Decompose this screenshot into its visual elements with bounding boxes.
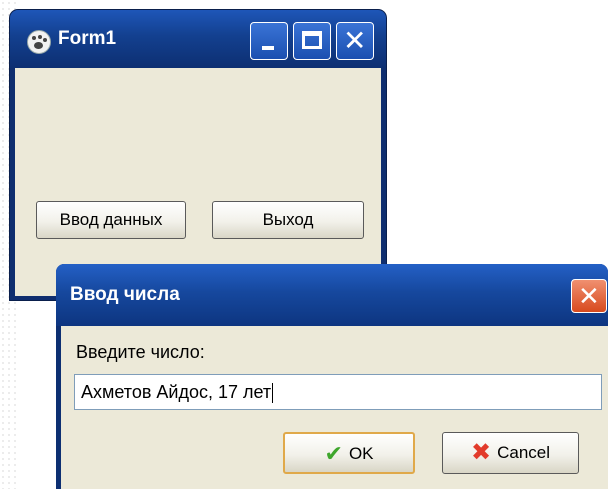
form1-title: Form1 <box>58 28 117 49</box>
checkmark-icon: ✔ <box>324 441 343 466</box>
input-data-button[interactable]: Ввод данных <box>36 201 186 239</box>
ok-label: OK <box>348 444 374 463</box>
minimize-button[interactable] <box>250 22 288 60</box>
close-button[interactable]: ✕ <box>336 22 374 60</box>
cancel-label: Cancel <box>497 443 551 462</box>
x-icon: ✖ <box>470 439 492 466</box>
paw-icon <box>27 30 51 54</box>
dialog-titlebar[interactable]: Ввод числа ✕ <box>56 264 608 326</box>
maximize-icon <box>302 31 322 49</box>
maximize-button[interactable] <box>293 22 331 60</box>
input-dialog: Ввод числа ✕ Введите число: Ахметов Айдо… <box>56 264 608 489</box>
exit-button[interactable]: Выход <box>212 201 364 239</box>
dialog-close-button[interactable]: ✕ <box>571 279 607 313</box>
close-icon: ✕ <box>578 281 600 311</box>
dialog-client-area: Введите число: Ахметов Айдос, 17 лет ✔ O… <box>61 326 608 489</box>
minimize-icon <box>262 46 274 50</box>
text-caret <box>272 383 274 404</box>
prompt-label: Введите число: <box>76 342 205 362</box>
form1-window: Form1 ✕ Ввод данных Выход <box>10 10 386 300</box>
number-input-value: Ахметов Айдос, 17 лет <box>81 382 272 402</box>
cancel-button[interactable]: ✖ Cancel <box>442 432 579 474</box>
number-input[interactable]: Ахметов Айдос, 17 лет <box>74 374 602 410</box>
form1-titlebar[interactable]: Form1 ✕ <box>10 10 386 68</box>
form1-client-area: Ввод данных Выход <box>15 68 381 296</box>
ok-button[interactable]: ✔ OK <box>283 432 415 474</box>
close-icon: ✕ <box>343 25 367 56</box>
dialog-title: Ввод числа <box>70 284 180 305</box>
